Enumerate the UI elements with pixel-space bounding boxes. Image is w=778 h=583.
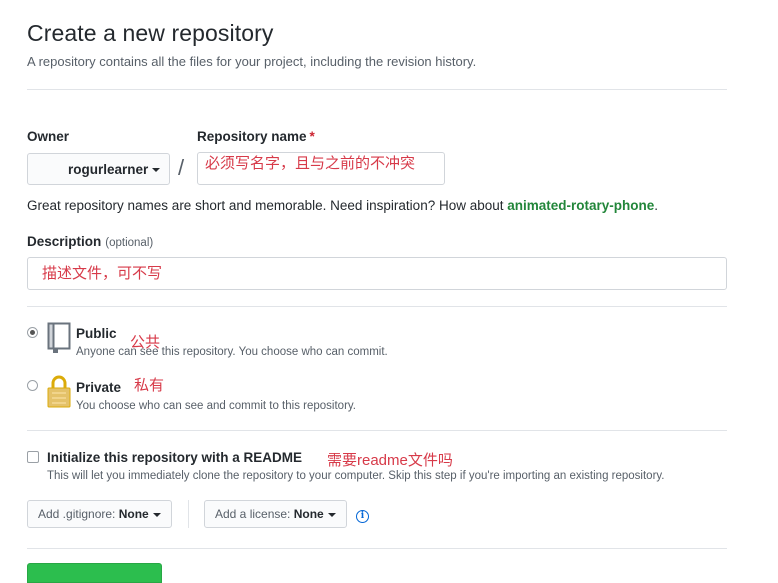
public-description: Anyone can see this repository. You choo… — [76, 346, 388, 358]
page-subtitle: A repository contains all the files for … — [27, 54, 477, 69]
repo-name-annotation: 必须写名字，且与之前的不冲突 — [205, 155, 416, 172]
public-radio[interactable] — [27, 327, 38, 338]
repo-name-hint: Great repository names are short and mem… — [27, 198, 659, 213]
info-icon[interactable]: i — [356, 510, 369, 523]
readme-description: This will let you immediately clone the … — [47, 470, 665, 482]
private-annotation: 私有 — [134, 377, 165, 394]
repo-book-icon — [47, 322, 71, 353]
create-repository-button[interactable] — [27, 563, 162, 583]
private-radio[interactable] — [27, 380, 38, 391]
description-label: Description (optional) — [27, 234, 154, 249]
private-label: Private — [76, 380, 122, 395]
description-annotation: 描述文件，可不写 — [42, 265, 163, 282]
divider — [27, 89, 727, 90]
divider — [27, 430, 727, 431]
license-select-button[interactable]: Add a license: None — [204, 500, 347, 528]
owner-repo-separator: / — [178, 155, 185, 180]
owner-value: rogurlearner — [68, 162, 149, 177]
gitignore-select-button[interactable]: Add .gitignore: None — [27, 500, 172, 528]
caret-down-icon — [152, 512, 161, 517]
divider — [27, 306, 727, 307]
required-mark: * — [309, 129, 315, 144]
owner-label: Owner — [27, 129, 70, 144]
public-label: Public — [76, 326, 117, 341]
readme-annotation: 需要readme文件吗 — [327, 452, 453, 469]
repo-name-label: Repository name * — [197, 129, 315, 144]
vertical-divider — [188, 500, 189, 528]
private-description: You choose who can see and commit to thi… — [76, 400, 356, 412]
name-suggestion[interactable]: animated-rotary-phone — [507, 198, 654, 213]
optional-label: (optional) — [105, 237, 154, 249]
owner-select-button[interactable]: rogurlearner — [27, 153, 170, 185]
divider — [27, 548, 727, 549]
lock-icon — [47, 375, 71, 408]
readme-label[interactable]: Initialize this repository with a README — [47, 450, 302, 465]
caret-down-icon — [327, 512, 336, 517]
page-title: Create a new repository — [27, 20, 274, 46]
readme-checkbox[interactable] — [27, 451, 39, 463]
caret-down-icon — [152, 168, 161, 173]
